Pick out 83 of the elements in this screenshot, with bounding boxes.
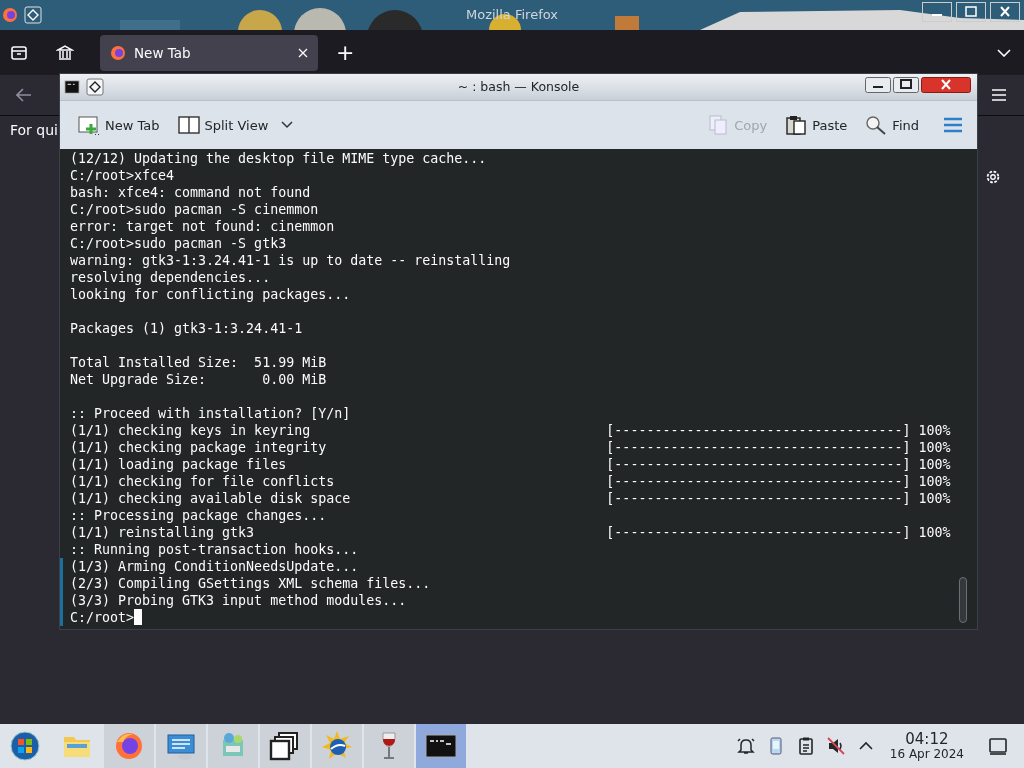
globe-taskbar-button[interactable] bbox=[312, 724, 362, 768]
terminal-line: Packages (1) gtk3-1:3.24.41-1 bbox=[70, 320, 303, 337]
paste-icon bbox=[785, 115, 808, 135]
window-title: ~ : bash — Konsole bbox=[456, 79, 581, 94]
browser-tab[interactable]: New Tab bbox=[100, 34, 318, 71]
clock[interactable]: 04:12 16 Apr 2024 bbox=[889, 731, 964, 761]
terminal-line: (1/1) reinstalling gtk3 bbox=[70, 524, 256, 541]
terminal-line: C:/root>xfce4 bbox=[70, 167, 175, 184]
keep-above-icon[interactable] bbox=[86, 78, 104, 96]
show-desktop-icon[interactable] bbox=[988, 736, 1008, 756]
caret-down-icon bbox=[281, 121, 294, 129]
close-icon[interactable] bbox=[921, 77, 971, 93]
terminal-line: Total Installed Size: 51.99 MiB bbox=[70, 354, 327, 371]
chevron-down-icon[interactable] bbox=[997, 48, 1011, 57]
terminal-line: error: target not found: cinemmon bbox=[70, 218, 335, 235]
progress-bar-text: [------------------------------------] bbox=[606, 473, 911, 490]
progress-bar-text: [------------------------------------] bbox=[606, 439, 911, 456]
firefox-icon bbox=[2, 7, 18, 23]
minimize-icon[interactable] bbox=[865, 77, 891, 93]
terminal-line: (1/3) Arming ConditionNeedsUpdate... bbox=[70, 558, 359, 575]
back-arrow-icon[interactable] bbox=[16, 88, 32, 102]
terminal-line: (1/1) checking available disk space bbox=[70, 490, 352, 507]
scrollbar-thumb[interactable] bbox=[959, 577, 967, 623]
clock-time: 04:12 bbox=[905, 731, 949, 747]
terminal-line: (2/3) Compiling GSettings XML schema files... bbox=[70, 575, 431, 592]
stacked-windows-icon bbox=[269, 730, 301, 762]
sun-globe-icon bbox=[321, 730, 353, 762]
firefox-icon bbox=[110, 44, 126, 61]
firefox-icon bbox=[113, 730, 145, 762]
settings-icon[interactable] bbox=[984, 168, 1002, 186]
terminal-line: bash: xfce4: command not found bbox=[70, 184, 311, 201]
text-cursor bbox=[134, 609, 143, 625]
start-orb-icon bbox=[9, 730, 41, 762]
muted-speaker-icon[interactable] bbox=[825, 736, 846, 756]
tab-label: New Tab bbox=[134, 44, 192, 61]
progress-percent: 100% bbox=[918, 439, 951, 456]
paste-button[interactable]: Paste bbox=[783, 113, 850, 137]
terminal-line: (1/1) checking keys in keyring bbox=[70, 422, 312, 439]
progress-percent: 100% bbox=[918, 490, 951, 507]
terminal-line: looking for conflicting packages... bbox=[70, 286, 351, 303]
clock-date: 16 Apr 2024 bbox=[889, 747, 964, 761]
wine-taskbar-button[interactable] bbox=[364, 724, 414, 768]
find-button[interactable]: Find bbox=[863, 113, 921, 137]
terminal-line: :: Processing package changes... bbox=[70, 507, 327, 524]
terminal-line: :: Running post-transaction hooks... bbox=[70, 541, 359, 558]
terminal-line: (3/3) Probing GTK3 input method modules... bbox=[70, 592, 407, 609]
bell-icon[interactable] bbox=[735, 736, 756, 756]
progress-percent: 100% bbox=[918, 422, 951, 439]
windows-taskbar-button[interactable] bbox=[260, 724, 310, 768]
progress-bar-text: [------------------------------------] bbox=[606, 422, 911, 439]
terminal-line: (1/1) checking for file conflicts bbox=[70, 473, 336, 490]
window-title: Mozilla Firefox bbox=[465, 7, 559, 22]
terminal-line: :: Proceed with installation? [Y/n] bbox=[70, 405, 351, 422]
progress-bar-text: [------------------------------------] bbox=[606, 490, 911, 507]
maximize-icon[interactable] bbox=[893, 77, 919, 93]
library-icon[interactable] bbox=[56, 43, 74, 62]
search-icon bbox=[865, 115, 888, 135]
new-tab-button[interactable]: + bbox=[330, 40, 361, 65]
terminal-taskbar-button[interactable] bbox=[416, 724, 466, 768]
progress-bar-text: [------------------------------------] bbox=[606, 456, 911, 473]
new-tab-button[interactable]: New Tab bbox=[76, 113, 162, 137]
terminal-line: (12/12) Updating the desktop file MIME type cache... bbox=[70, 150, 487, 167]
terminal-line: (1/1) checking package integrity bbox=[70, 439, 328, 456]
page-text: For qui bbox=[10, 122, 58, 138]
new-tab-icon bbox=[78, 115, 100, 135]
terminal-line: (1/1) loading package files bbox=[70, 456, 288, 473]
copy-icon bbox=[707, 115, 730, 135]
terminal-line: Net Upgrade Size: 0.00 MiB bbox=[70, 371, 327, 388]
firefox-taskbar-button[interactable] bbox=[104, 724, 154, 768]
split-view-icon bbox=[177, 115, 200, 135]
archive-icon[interactable] bbox=[10, 43, 28, 62]
terminal-icon bbox=[64, 79, 80, 95]
terminal-prompt: C:/root> bbox=[70, 609, 135, 626]
monitor-taskbar-button[interactable] bbox=[156, 724, 206, 768]
progress-percent: 100% bbox=[918, 524, 951, 541]
progress-percent: 100% bbox=[918, 473, 951, 490]
terminal-line: C:/root>sudo pacman -S cinemmon bbox=[70, 201, 319, 218]
terminal-line: C:/root>sudo pacman -S gtk3 bbox=[70, 235, 287, 252]
terminal-line: resolving dependencies... bbox=[70, 269, 271, 286]
progress-percent: 100% bbox=[918, 456, 951, 473]
split-view-button[interactable]: Split View bbox=[175, 113, 296, 137]
progress-bar-text: [------------------------------------] bbox=[606, 524, 911, 541]
terminal-line: warning: gtk3-1:3.24.41-1 is up to date -- reinstalling bbox=[70, 252, 511, 269]
